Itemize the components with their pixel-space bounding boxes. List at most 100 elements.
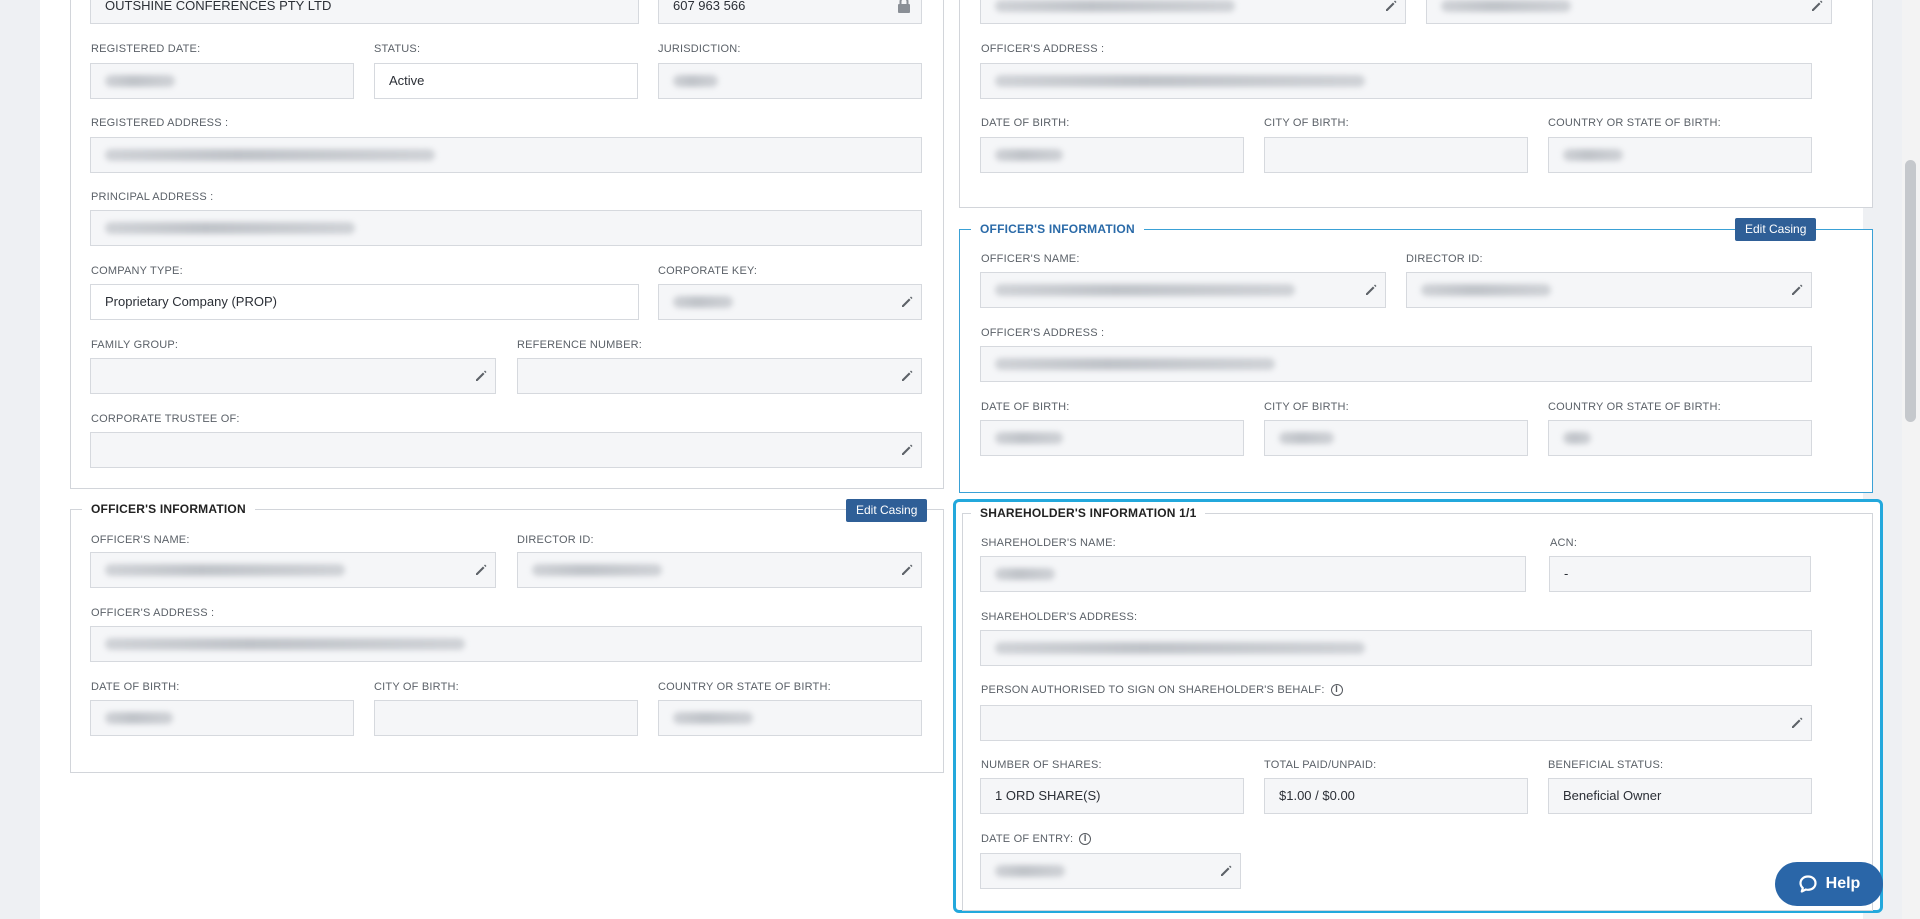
number-of-shares-field: 1 ORD SHARE(S) xyxy=(980,778,1244,814)
registered-address-label: REGISTERED ADDRESS : xyxy=(91,117,229,129)
city-label-left: CITY OF BIRTH: xyxy=(374,681,459,693)
director-id-field-top-right[interactable] xyxy=(1426,0,1832,24)
country-label-right: COUNTRY OR STATE OF BIRTH: xyxy=(1548,401,1721,413)
pencil-icon[interactable] xyxy=(1218,863,1234,879)
pencil-icon[interactable] xyxy=(899,368,915,384)
date-of-entry-field[interactable] xyxy=(980,853,1241,889)
info-icon[interactable]: i xyxy=(1330,684,1343,697)
pencil-icon[interactable] xyxy=(1383,0,1399,14)
status-value: Active xyxy=(389,73,425,88)
pencil-icon[interactable] xyxy=(1789,715,1805,731)
director-id-label-right: DIRECTOR ID: xyxy=(1406,253,1483,265)
officer-name-label-left: OFFICER'S NAME: xyxy=(91,534,190,546)
country-field-left xyxy=(658,700,922,736)
pencil-icon[interactable] xyxy=(899,294,915,310)
director-id-field-right[interactable] xyxy=(1406,272,1812,308)
shareholder-address-field xyxy=(980,630,1812,666)
country-field-right xyxy=(1548,420,1812,456)
authorised-person-field[interactable] xyxy=(980,705,1812,741)
family-group-field[interactable] xyxy=(90,358,496,394)
shareholder-address-label: SHAREHOLDER'S ADDRESS: xyxy=(981,611,1138,623)
edit-casing-button-right[interactable]: Edit Casing xyxy=(1735,218,1817,241)
corporate-trustee-field[interactable] xyxy=(90,432,922,468)
number-of-shares-label: NUMBER OF SHARES: xyxy=(981,759,1102,771)
city-field-left xyxy=(374,700,638,736)
officer-legend-left: OFFICER'S INFORMATION xyxy=(82,502,255,516)
help-label: Help xyxy=(1825,875,1861,892)
city-label-right: CITY OF BIRTH: xyxy=(1264,401,1349,413)
lock-icon xyxy=(898,0,910,13)
country-label-top-right: COUNTRY OR STATE OF BIRTH: xyxy=(1548,117,1721,129)
total-paid-label: TOTAL PAID/UNPAID: xyxy=(1264,759,1377,771)
pencil-icon[interactable] xyxy=(899,562,915,578)
pencil-icon[interactable] xyxy=(899,442,915,458)
dob-label-top-right: DATE OF BIRTH: xyxy=(981,117,1070,129)
officer-address-field-top-right xyxy=(980,63,1812,99)
country-label-left: COUNTRY OR STATE OF BIRTH: xyxy=(658,681,831,693)
corporate-trustee-label: CORPORATE TRUSTEE OF: xyxy=(91,413,240,425)
company-name-value: OUTSHINE CONFERENCES PTY LTD xyxy=(105,0,332,13)
edit-casing-button-left[interactable]: Edit Casing xyxy=(846,499,928,522)
city-label-top-right: CITY OF BIRTH: xyxy=(1264,117,1349,129)
authorised-person-label: PERSON AUTHORISED TO SIGN ON SHAREHOLDER… xyxy=(981,684,1343,697)
officer-panel-top-right xyxy=(959,0,1873,208)
pencil-icon[interactable] xyxy=(1809,0,1825,14)
company-name-field: OUTSHINE CONFERENCES PTY LTD xyxy=(90,0,639,24)
scrollbar-thumb[interactable] xyxy=(1905,160,1916,422)
registered-date-label: REGISTERED DATE: xyxy=(91,43,201,55)
officer-address-label-right: OFFICER'S ADDRESS : xyxy=(981,327,1105,339)
principal-address-label: PRINCIPAL ADDRESS : xyxy=(91,191,214,203)
status-label: STATUS: xyxy=(374,43,421,55)
shareholder-acn-field: - xyxy=(1549,556,1811,592)
country-field-top-right xyxy=(1548,137,1812,173)
number-of-shares-value: 1 ORD SHARE(S) xyxy=(995,788,1101,803)
director-id-label-left: DIRECTOR ID: xyxy=(517,534,594,546)
company-type-label: COMPANY TYPE: xyxy=(91,265,183,277)
city-field-right xyxy=(1264,420,1528,456)
beneficial-status-field: Beneficial Owner xyxy=(1548,778,1812,814)
officer-address-field-right xyxy=(980,346,1812,382)
total-paid-field: $1.00 / $0.00 xyxy=(1264,778,1528,814)
jurisdiction-label: JURISDICTION: xyxy=(658,43,741,55)
authorised-person-label-text: PERSON AUTHORISED TO SIGN ON SHAREHOLDER… xyxy=(981,684,1325,696)
shareholder-name-label: SHAREHOLDER'S NAME: xyxy=(981,537,1116,549)
city-field-top-right xyxy=(1264,137,1528,173)
company-acn-field: 607 963 566 xyxy=(658,0,922,24)
pencil-icon[interactable] xyxy=(1789,282,1805,298)
officer-name-field-top-right[interactable] xyxy=(980,0,1406,24)
reference-number-field[interactable] xyxy=(517,358,922,394)
jurisdiction-field xyxy=(658,63,922,99)
registered-address-field xyxy=(90,137,922,173)
shareholder-name-field xyxy=(980,556,1526,592)
officer-name-field-right[interactable] xyxy=(980,272,1386,308)
pencil-icon[interactable] xyxy=(473,368,489,384)
help-button[interactable]: Help xyxy=(1775,862,1883,906)
officer-address-label-left: OFFICER'S ADDRESS : xyxy=(91,607,215,619)
chat-icon xyxy=(1799,875,1817,893)
dob-label-left: DATE OF BIRTH: xyxy=(91,681,180,693)
date-of-entry-label: DATE OF ENTRY: i xyxy=(981,833,1092,846)
shareholder-acn-value: - xyxy=(1564,566,1569,581)
beneficial-status-value: Beneficial Owner xyxy=(1563,788,1662,803)
officer-name-field-left[interactable] xyxy=(90,552,496,588)
officer-address-field-left xyxy=(90,626,922,662)
shareholder-acn-label: ACN: xyxy=(1550,537,1578,549)
page: OUTSHINE CONFERENCES PTY LTD 607 963 566… xyxy=(40,0,1883,919)
shareholder-legend: SHAREHOLDER'S INFORMATION 1/1 xyxy=(971,506,1206,520)
beneficial-status-label: BENEFICIAL STATUS: xyxy=(1548,759,1664,771)
corporate-key-field[interactable] xyxy=(658,284,922,320)
company-acn-value: 607 963 566 xyxy=(673,0,746,13)
info-icon[interactable]: i xyxy=(1079,833,1092,846)
reference-number-label: REFERENCE NUMBER: xyxy=(517,339,643,351)
director-id-field-left[interactable] xyxy=(517,552,922,588)
vertical-scrollbar[interactable] xyxy=(1902,0,1920,919)
pencil-icon[interactable] xyxy=(1363,282,1379,298)
dob-field-left xyxy=(90,700,354,736)
pencil-icon[interactable] xyxy=(473,562,489,578)
family-group-label: FAMILY GROUP: xyxy=(91,339,179,351)
officer-name-label-right: OFFICER'S NAME: xyxy=(981,253,1080,265)
status-field: Active xyxy=(374,63,638,99)
officer-address-label-top-right: OFFICER'S ADDRESS : xyxy=(981,43,1105,55)
registered-date-field xyxy=(90,63,354,99)
company-type-field: Proprietary Company (PROP) xyxy=(90,284,639,320)
